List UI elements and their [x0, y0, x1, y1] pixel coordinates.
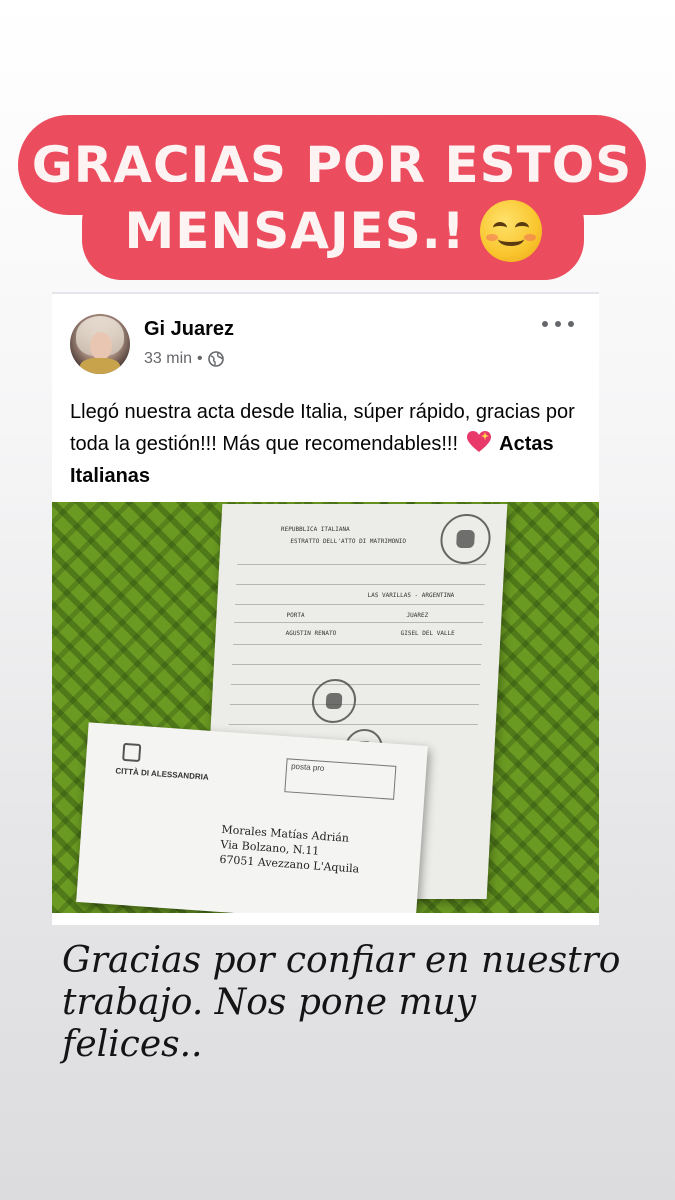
post-text: Llegó nuestra acta desde Italia, súper r…: [70, 396, 585, 492]
avatar[interactable]: [70, 314, 130, 374]
author-name[interactable]: Gi Juarez: [144, 318, 234, 341]
envelope: CITTÀ DI ALESSANDRIA posta pro Morales M…: [76, 722, 428, 913]
banner-line-2: MENSAJES.!: [82, 182, 584, 280]
groom-name: AGUSTIN RENATO: [285, 630, 337, 637]
postmark-label: posta pro: [284, 758, 397, 800]
post-meta: 33 min •: [144, 350, 224, 368]
globe-icon: [207, 351, 224, 367]
document-title: ESTRATTO DELL'ATTO DI MATRIMONIO: [290, 538, 407, 545]
bride-name: GISEL DEL VALLE: [400, 630, 455, 637]
groom-surname: PORTA: [286, 612, 305, 619]
document-location: LAS VARILLAS - ARGENTINA: [367, 592, 455, 599]
post-time[interactable]: 33 min: [144, 350, 192, 368]
caption-text: Gracias por confiar en nuestro trabajo. …: [62, 940, 621, 1065]
document-header: REPUBBLICA ITALIANA: [280, 526, 350, 533]
post-card: Gi Juarez 33 min • Llegó nuestra acta de…: [52, 292, 599, 925]
envelope-sender: CITTÀ DI ALESSANDRIA: [115, 766, 209, 782]
banner-text-2: MENSAJES.!: [124, 202, 466, 260]
bride-surname: JUAREZ: [406, 612, 429, 619]
meta-separator: •: [197, 350, 203, 367]
sparkling-heart-icon: [466, 431, 491, 452]
seal-stamp: [310, 679, 358, 723]
seal-stamp: [439, 514, 492, 564]
envelope-address: Morales Matías Adrián Via Bolzano, N.11 …: [219, 822, 362, 877]
more-options-button[interactable]: [542, 314, 574, 334]
smiling-face-icon: [479, 200, 542, 262]
post-photo[interactable]: REPUBBLICA ITALIANA ESTRATTO DELL'ATTO D…: [52, 502, 599, 913]
more-horizontal-icon: [542, 321, 548, 327]
coat-of-arms-icon: [122, 742, 142, 763]
